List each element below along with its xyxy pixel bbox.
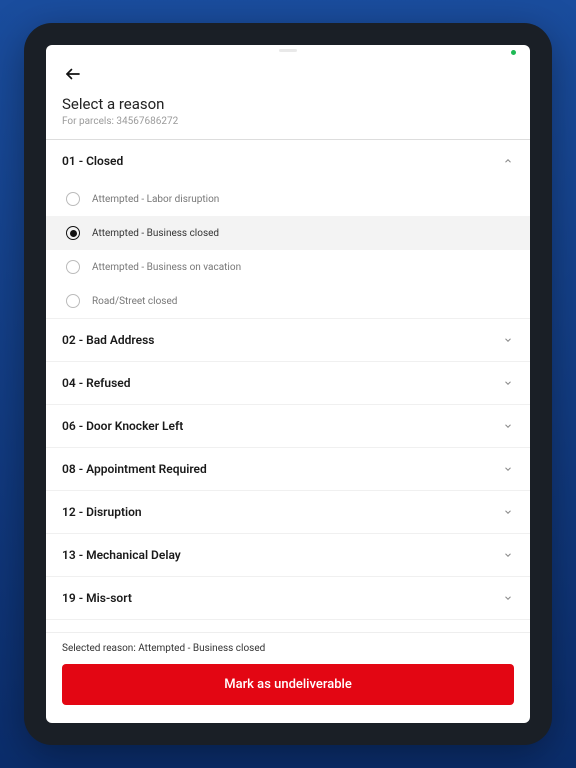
reason-option[interactable]: Attempted - Business on vacation xyxy=(46,250,530,284)
reason-option-label: Road/Street closed xyxy=(92,296,177,307)
section-label: 19 - Mis-sort xyxy=(62,591,132,605)
chevron-down-icon xyxy=(502,377,514,389)
section-header-refused[interactable]: 04 - Refused xyxy=(46,362,530,404)
chevron-down-icon xyxy=(502,463,514,475)
chevron-down-icon xyxy=(502,549,514,561)
selected-reason-summary: Selected reason: Attempted - Business cl… xyxy=(62,643,514,654)
section-label: 08 - Appointment Required xyxy=(62,462,207,476)
radio-icon xyxy=(66,192,80,206)
reason-option-label: Attempted - Business closed xyxy=(92,228,219,239)
section-header-missort[interactable]: 19 - Mis-sort xyxy=(46,577,530,619)
section-header-no-valid-attempt[interactable]: 21 - No Valid Delivery Attempt xyxy=(46,620,530,632)
selected-prefix: Selected reason: xyxy=(62,643,138,654)
section-label: 04 - Refused xyxy=(62,376,131,390)
reason-option[interactable]: Road/Street closed xyxy=(46,284,530,318)
page-header: Select a reason For parcels: 34567686272 xyxy=(46,59,530,139)
section-label: 13 - Mechanical Delay xyxy=(62,548,181,562)
mark-undeliverable-button[interactable]: Mark as undeliverable xyxy=(62,664,514,705)
subtitle-prefix: For parcels: xyxy=(62,116,116,127)
arrow-left-icon xyxy=(64,65,82,83)
section-label: 06 - Door Knocker Left xyxy=(62,419,183,433)
parcel-id: 34567686272 xyxy=(116,116,178,127)
chevron-down-icon xyxy=(502,334,514,346)
reason-list: 01 - Closed Attempted - Labor disruption… xyxy=(46,140,530,632)
status-indicator-dot xyxy=(511,50,516,55)
radio-selected-icon xyxy=(66,226,80,240)
reason-option[interactable]: Attempted - Labor disruption xyxy=(46,182,530,216)
reason-option-label: Attempted - Labor disruption xyxy=(92,194,219,205)
reason-option[interactable]: Attempted - Business closed xyxy=(46,216,530,250)
section-label: 12 - Disruption xyxy=(62,505,142,519)
section-header-door-knocker[interactable]: 06 - Door Knocker Left xyxy=(46,405,530,447)
selected-value: Attempted - Business closed xyxy=(138,643,265,654)
tablet-frame: Select a reason For parcels: 34567686272… xyxy=(24,23,552,745)
radio-icon xyxy=(66,260,80,274)
section-label: 01 - Closed xyxy=(62,154,123,168)
chevron-down-icon xyxy=(502,592,514,604)
radio-icon xyxy=(66,294,80,308)
chevron-down-icon xyxy=(502,420,514,432)
section-header-closed[interactable]: 01 - Closed xyxy=(46,140,530,182)
footer: Selected reason: Attempted - Business cl… xyxy=(46,632,530,723)
status-bar xyxy=(46,45,530,59)
page-subtitle: For parcels: 34567686272 xyxy=(62,116,514,127)
section-label: 02 - Bad Address xyxy=(62,333,154,347)
page-title: Select a reason xyxy=(62,95,514,113)
chevron-down-icon xyxy=(502,506,514,518)
camera-notch xyxy=(279,49,297,52)
chevron-up-icon xyxy=(502,155,514,167)
section-header-disruption[interactable]: 12 - Disruption xyxy=(46,491,530,533)
back-button[interactable] xyxy=(62,63,84,85)
section-header-appointment[interactable]: 08 - Appointment Required xyxy=(46,448,530,490)
section-header-bad-address[interactable]: 02 - Bad Address xyxy=(46,319,530,361)
app-screen: Select a reason For parcels: 34567686272… xyxy=(46,45,530,723)
reason-option-label: Attempted - Business on vacation xyxy=(92,262,241,273)
section-header-mechanical[interactable]: 13 - Mechanical Delay xyxy=(46,534,530,576)
